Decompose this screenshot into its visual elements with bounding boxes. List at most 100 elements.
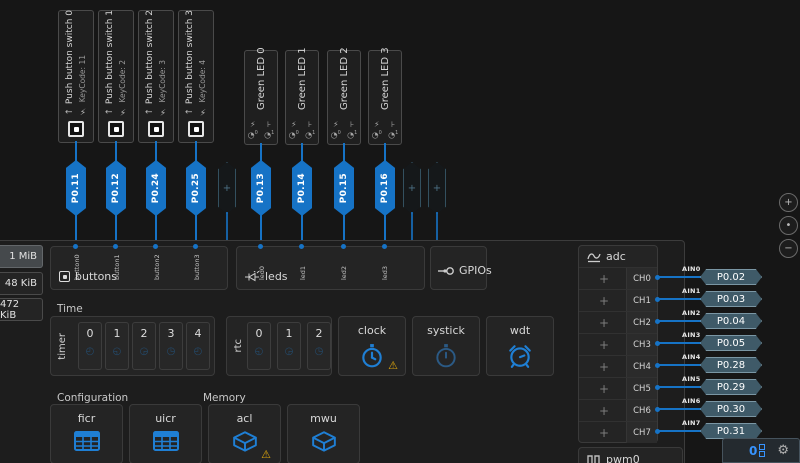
add-channel-button[interactable]: + — [579, 312, 629, 333]
port — [299, 244, 304, 249]
net-label: AIN5 — [682, 375, 701, 383]
channel-label: CH6 — [626, 400, 657, 421]
card-title: Green LED 1 — [297, 57, 308, 110]
add-channel-button[interactable]: + — [579, 378, 629, 399]
pin-p0-25[interactable]: P0.25 — [186, 160, 206, 216]
timer-instance-2[interactable]: 2◶ — [132, 322, 156, 370]
led-card-3[interactable]: Green LED 3 ⚡ ⊦ ◔0 ◔1 — [368, 50, 402, 145]
mwu-block[interactable]: mwu — [287, 404, 360, 463]
empty-pin-slot[interactable]: + — [218, 162, 236, 214]
add-channel-button[interactable]: + — [579, 422, 629, 443]
acl-block[interactable]: acl ⚠ — [208, 404, 281, 463]
zoom-in-button[interactable]: + — [779, 193, 798, 212]
pin-p0-12[interactable]: P0.12 — [106, 160, 126, 216]
push-button-card-0[interactable]: ↑ Push button switch 0 ⚡ KeyCode: 11 — [58, 10, 94, 143]
dial-0-icon: ◔0 — [372, 130, 382, 140]
add-channel-button[interactable]: + — [579, 400, 629, 421]
pin-p0-28[interactable]: P0.28 — [700, 357, 762, 373]
pin-p0-05[interactable]: P0.05 — [700, 335, 762, 351]
timer-instance-4[interactable]: 4◴ — [186, 322, 210, 370]
pwm-wave-icon — [587, 454, 601, 463]
block-label: uicr — [130, 412, 201, 425]
block-label: leds — [265, 270, 288, 283]
gpios-block[interactable]: GPIOs — [430, 246, 487, 290]
pin-p0-15[interactable]: P0.15 — [334, 160, 354, 216]
rtc-block[interactable]: rtc 0◵ 1◶ 2◷ — [226, 316, 332, 376]
pin-p0-16[interactable]: P0.16 — [375, 160, 395, 216]
adc-block[interactable]: adc +CH0 +CH1 +CH2 +CH3 +CH4 +CH5 +CH6 +… — [578, 245, 658, 443]
add-channel-button[interactable]: + — [579, 268, 629, 289]
arrow-up-icon: ↑ — [105, 108, 115, 116]
block-label: timer — [57, 333, 68, 360]
gear-icon[interactable]: ⚙ — [777, 444, 789, 457]
table-icon — [130, 431, 201, 451]
arrow-up-icon: ↑ — [185, 108, 195, 116]
push-button-widget[interactable] — [108, 121, 124, 137]
push-button-widget[interactable] — [148, 121, 164, 137]
push-button-widget[interactable] — [188, 121, 204, 137]
pin-p0-11[interactable]: P0.11 — [66, 160, 86, 216]
timer-instance-3[interactable]: 3◷ — [159, 322, 183, 370]
add-channel-button[interactable]: + — [579, 356, 629, 377]
empty-pin-slot[interactable]: + — [403, 162, 421, 214]
pin-p0-04[interactable]: P0.04 — [700, 313, 762, 329]
channel-label: CH3 — [626, 334, 657, 355]
block-label: pwm0 — [606, 453, 640, 463]
timer-block[interactable]: timer 0◴ 1◵ 2◶ 3◷ 4◴ — [50, 316, 215, 376]
port-label: led1 — [299, 250, 307, 280]
push-button-card-3[interactable]: ↑ Push button switch 3 ⚡ KeyCode: 4 — [178, 10, 214, 143]
pin-p0-14[interactable]: P0.14 — [292, 160, 312, 216]
keycode-label: KeyCode: 4 — [198, 60, 207, 102]
memory-chip-ram0[interactable]: 48 KiB — [0, 272, 43, 295]
uicr-block[interactable]: uicr — [129, 404, 202, 463]
pin-p0-03[interactable]: P0.03 — [700, 291, 762, 307]
pin-p0-13[interactable]: P0.13 — [251, 160, 271, 216]
dial-1-icon: ◔1 — [264, 130, 274, 140]
pin-p0-30[interactable]: P0.30 — [700, 401, 762, 417]
memory-chip-ram1[interactable]: 472 KiB — [0, 298, 43, 321]
wire — [343, 143, 345, 161]
push-button-card-2[interactable]: ↑ Push button switch 2 ⚡ KeyCode: 3 — [138, 10, 174, 143]
zoom-out-button[interactable]: − — [779, 239, 798, 258]
pin-p0-29[interactable]: P0.29 — [700, 379, 762, 395]
rtc-instance-1[interactable]: 1◶ — [277, 322, 301, 370]
rtc-instance-0[interactable]: 0◵ — [247, 322, 271, 370]
binary-display-icon[interactable]: 0 — [749, 444, 765, 457]
clock-block[interactable]: clock ⚠ — [338, 316, 406, 376]
systick-block[interactable]: systick — [412, 316, 480, 376]
led-card-2[interactable]: Green LED 2 ⚡ ⊦ ◔0 ◔1 — [327, 50, 361, 145]
net-label: AIN3 — [682, 331, 701, 339]
add-channel-button[interactable]: + — [579, 290, 629, 311]
led-card-0[interactable]: Green LED 0 ⚡ ⊦ ◔0 ◔1 — [244, 50, 278, 145]
add-channel-button[interactable]: + — [579, 334, 629, 355]
leds-block[interactable]: led0 led1 led2 led3 leds — [236, 246, 425, 290]
port-label: button3 — [193, 250, 201, 280]
buttons-block[interactable]: button0 button1 button2 button3 buttons — [50, 246, 228, 290]
rtc-instance-2[interactable]: 2◷ — [307, 322, 331, 370]
button-icon — [59, 271, 70, 282]
pin-p0-02[interactable]: P0.02 — [700, 269, 762, 285]
dial-1-icon: ◔1 — [347, 130, 357, 140]
port — [193, 244, 198, 249]
wdt-block[interactable]: wdt — [486, 316, 554, 376]
channel-label: CH0 — [626, 268, 657, 289]
zoom-reset-button[interactable]: • — [779, 216, 798, 235]
memory-chip-flash[interactable]: 1 MiB — [0, 245, 43, 268]
led-card-1[interactable]: Green LED 1 ⚡ ⊦ ◔0 ◔1 — [285, 50, 319, 145]
timer-instance-1[interactable]: 1◵ — [105, 322, 129, 370]
pwm0-block[interactable]: pwm0 — [578, 447, 683, 463]
wire — [657, 298, 701, 300]
net-label: AIN0 — [682, 265, 701, 273]
ficr-block[interactable]: ficr — [50, 404, 123, 463]
power-icon: ⚡ — [374, 120, 380, 129]
empty-pin-slot[interactable]: + — [428, 162, 446, 214]
push-button-card-1[interactable]: ↑ Push button switch 1 ⚡ KeyCode: 2 — [98, 10, 134, 143]
push-button-widget[interactable] — [68, 121, 84, 137]
port — [382, 244, 387, 249]
power-icon: ⚡ — [158, 106, 168, 116]
timer-instance-0[interactable]: 0◴ — [78, 322, 102, 370]
pin-p0-31[interactable]: P0.31 — [700, 423, 762, 439]
pin-p0-24[interactable]: P0.24 — [146, 160, 166, 216]
card-title: Push button switch 1 — [105, 10, 115, 104]
wire — [657, 342, 701, 344]
